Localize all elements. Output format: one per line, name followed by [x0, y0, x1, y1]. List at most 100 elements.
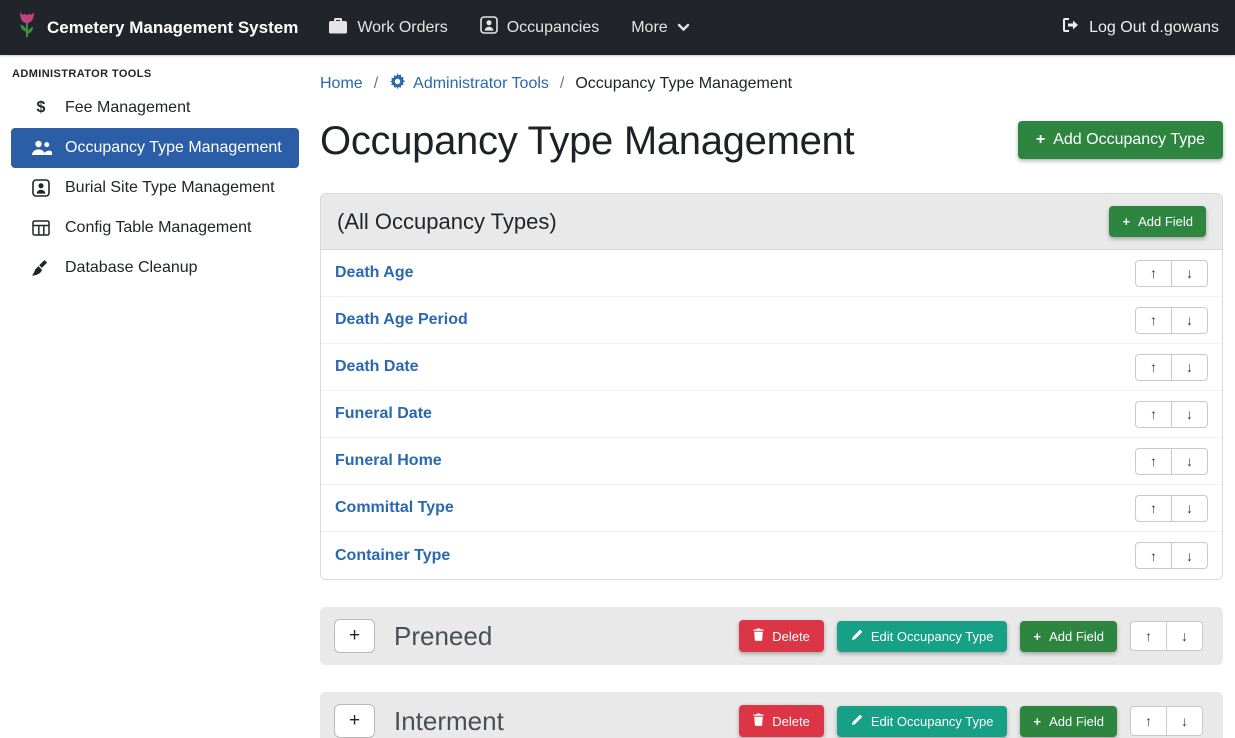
sidebar-item-database-cleanup[interactable]: Database Cleanup [0, 248, 310, 288]
sidebar-heading: Administrator Tools [0, 68, 310, 88]
logout-icon [1062, 17, 1080, 38]
nav-item-label: More [631, 19, 667, 37]
sidebar-item-burial-site-type-management[interactable]: Burial Site Type Management [0, 168, 310, 208]
occupancy-type-name: Interment [394, 706, 739, 737]
move-down-button[interactable]: ↓ [1171, 307, 1208, 334]
field-row: Container Type ↑ ↓ [321, 532, 1222, 579]
nav-item-work-orders[interactable]: Work Orders [328, 17, 447, 39]
sidebar-item-label: Database Cleanup [65, 259, 198, 277]
page-title: Occupancy Type Management [320, 115, 854, 167]
navbar-links: Work Orders Occupancies More [328, 16, 689, 39]
admin-tools-sidebar: Administrator Tools $ Fee Management Occ… [0, 55, 310, 288]
field-link[interactable]: Death Age [335, 264, 414, 282]
field-link[interactable]: Funeral Home [335, 452, 442, 470]
move-up-button[interactable]: ↑ [1130, 621, 1167, 651]
section-actions: Delete Edit Occupancy Type + Add Field ↑ [739, 705, 1203, 737]
move-up-button[interactable]: ↑ [1135, 495, 1172, 522]
nav-item-label: Work Orders [357, 19, 447, 37]
add-occupancy-type-button[interactable]: + Add Occupancy Type [1018, 121, 1223, 159]
breadcrumb-admin-tools-link[interactable]: Administrator Tools [389, 73, 549, 95]
edit-occupancy-type-button[interactable]: Edit Occupancy Type [837, 621, 1008, 652]
flower-logo-icon [16, 10, 38, 45]
breadcrumb: Home / Administrator Tools / Occupancy T… [320, 73, 1223, 95]
field-link[interactable]: Container Type [335, 547, 450, 565]
delete-button[interactable]: Delete [739, 705, 824, 737]
breadcrumb-home-link[interactable]: Home [320, 75, 363, 93]
sidebar-item-fee-management[interactable]: $ Fee Management [0, 88, 310, 128]
field-link[interactable]: Death Date [335, 358, 419, 376]
table-icon [30, 220, 52, 236]
occupancy-type-name: Preneed [394, 621, 739, 652]
sidebar-item-label: Fee Management [65, 99, 190, 117]
dollar-icon: $ [30, 99, 52, 117]
pencil-icon [851, 629, 863, 644]
move-up-button[interactable]: ↑ [1135, 401, 1172, 428]
move-down-button[interactable]: ↓ [1171, 495, 1208, 522]
users-icon [30, 140, 52, 156]
expand-button[interactable]: + [334, 619, 375, 653]
delete-button[interactable]: Delete [739, 620, 824, 652]
field-row: Death Age Period ↑ ↓ [321, 297, 1222, 344]
person-frame-icon [30, 179, 52, 197]
field-row: Death Age ↑ ↓ [321, 250, 1222, 297]
move-up-button[interactable]: ↑ [1135, 448, 1172, 475]
button-label: Delete [772, 714, 810, 729]
move-down-button[interactable]: ↓ [1171, 260, 1208, 287]
occupancy-type-section-preneed: + Preneed Delete [320, 607, 1223, 665]
move-up-button[interactable]: ↑ [1135, 542, 1172, 569]
plus-icon: + [1122, 214, 1130, 229]
breadcrumb-separator: / [560, 75, 564, 93]
move-down-button[interactable]: ↓ [1171, 542, 1208, 569]
move-up-button[interactable]: ↑ [1135, 307, 1172, 334]
sidebar-item-label: Occupancy Type Management [65, 139, 282, 157]
button-label: Edit Occupancy Type [871, 629, 994, 644]
move-down-button[interactable]: ↓ [1171, 354, 1208, 381]
all-occupancy-types-card: (All Occupancy Types) + Add Field Death … [320, 193, 1223, 580]
sidebar-item-label: Config Table Management [65, 219, 252, 237]
add-field-button[interactable]: + Add Field [1020, 706, 1117, 737]
logout-button[interactable]: Log Out d.gowans [1062, 17, 1219, 38]
move-down-button[interactable]: ↓ [1166, 706, 1203, 736]
field-row: Committal Type ↑ ↓ [321, 485, 1222, 532]
field-link[interactable]: Committal Type [335, 499, 454, 517]
field-link[interactable]: Funeral Date [335, 405, 432, 423]
reorder-buttons: ↑ ↓ [1130, 621, 1203, 651]
app-brand[interactable]: Cemetery Management System [16, 10, 298, 45]
button-label: Add Occupancy Type [1053, 131, 1205, 149]
expand-button[interactable]: + [334, 704, 375, 738]
move-down-button[interactable]: ↓ [1171, 401, 1208, 428]
move-up-button[interactable]: ↑ [1135, 260, 1172, 287]
reorder-buttons: ↑ ↓ [1135, 448, 1208, 475]
add-field-button[interactable]: + Add Field [1020, 621, 1117, 652]
gear-icon [389, 73, 406, 95]
move-down-button[interactable]: ↓ [1166, 621, 1203, 651]
reorder-buttons: ↑ ↓ [1135, 401, 1208, 428]
field-link[interactable]: Death Age Period [335, 311, 468, 329]
sidebar-item-occupancy-type-management[interactable]: Occupancy Type Management [11, 128, 299, 168]
button-label: Edit Occupancy Type [871, 714, 994, 729]
section-actions: Delete Edit Occupancy Type + Add Field ↑ [739, 620, 1203, 652]
card-header: (All Occupancy Types) + Add Field [321, 194, 1222, 250]
logout-label: Log Out d.gowans [1089, 19, 1219, 37]
nav-item-more[interactable]: More [631, 19, 689, 37]
plus-icon: + [1036, 131, 1045, 149]
trash-icon [753, 628, 764, 644]
add-field-button[interactable]: + Add Field [1109, 206, 1206, 237]
move-up-button[interactable]: ↑ [1135, 354, 1172, 381]
breadcrumb-separator: / [374, 75, 378, 93]
brand-title: Cemetery Management System [47, 18, 298, 38]
move-up-button[interactable]: ↑ [1130, 706, 1167, 736]
occupancy-type-section-interment: + Interment Delete [320, 692, 1223, 738]
nav-item-occupancies[interactable]: Occupancies [480, 16, 600, 39]
pencil-icon [851, 714, 863, 729]
breadcrumb-label: Administrator Tools [413, 75, 549, 93]
reorder-buttons: ↑ ↓ [1135, 307, 1208, 334]
edit-occupancy-type-button[interactable]: Edit Occupancy Type [837, 706, 1008, 737]
field-row: Funeral Date ↑ ↓ [321, 391, 1222, 438]
button-label: Add Field [1138, 214, 1193, 229]
sidebar-item-config-table-management[interactable]: Config Table Management [0, 208, 310, 248]
move-down-button[interactable]: ↓ [1171, 448, 1208, 475]
toolbox-icon [328, 17, 348, 39]
plus-icon: + [1033, 714, 1041, 729]
trash-icon [753, 713, 764, 729]
